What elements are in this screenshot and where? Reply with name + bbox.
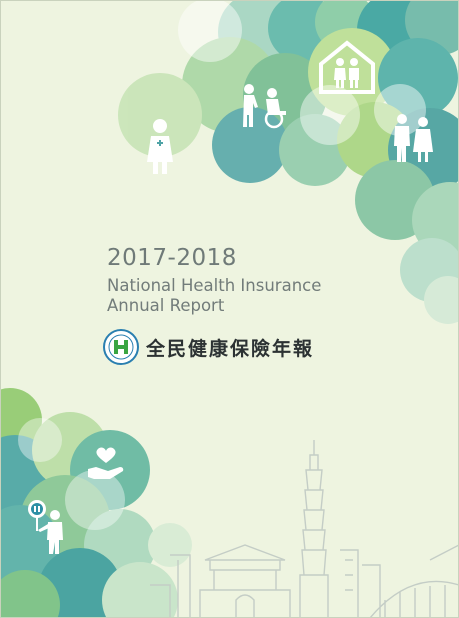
nurse-icon: [147, 119, 173, 174]
report-title-line1: National Health Insurance: [107, 276, 322, 295]
caregiver-wheelchair-icon: [243, 84, 286, 129]
heart-hand-icon: [88, 447, 124, 479]
decorative-background: [0, 0, 459, 618]
report-cover: 2017-2018 National Health Insurance Annu…: [0, 0, 459, 618]
child-with-badge-icon: [28, 500, 63, 554]
report-title-chinese: 全民健康保險年報: [146, 338, 315, 360]
family-house-icon: [319, 40, 375, 94]
report-title-line2: Annual Report: [107, 296, 225, 315]
nhi-emblem-icon: [103, 329, 139, 365]
elderly-couple-icon: [394, 114, 433, 162]
report-years: 2017-2018: [107, 245, 237, 271]
